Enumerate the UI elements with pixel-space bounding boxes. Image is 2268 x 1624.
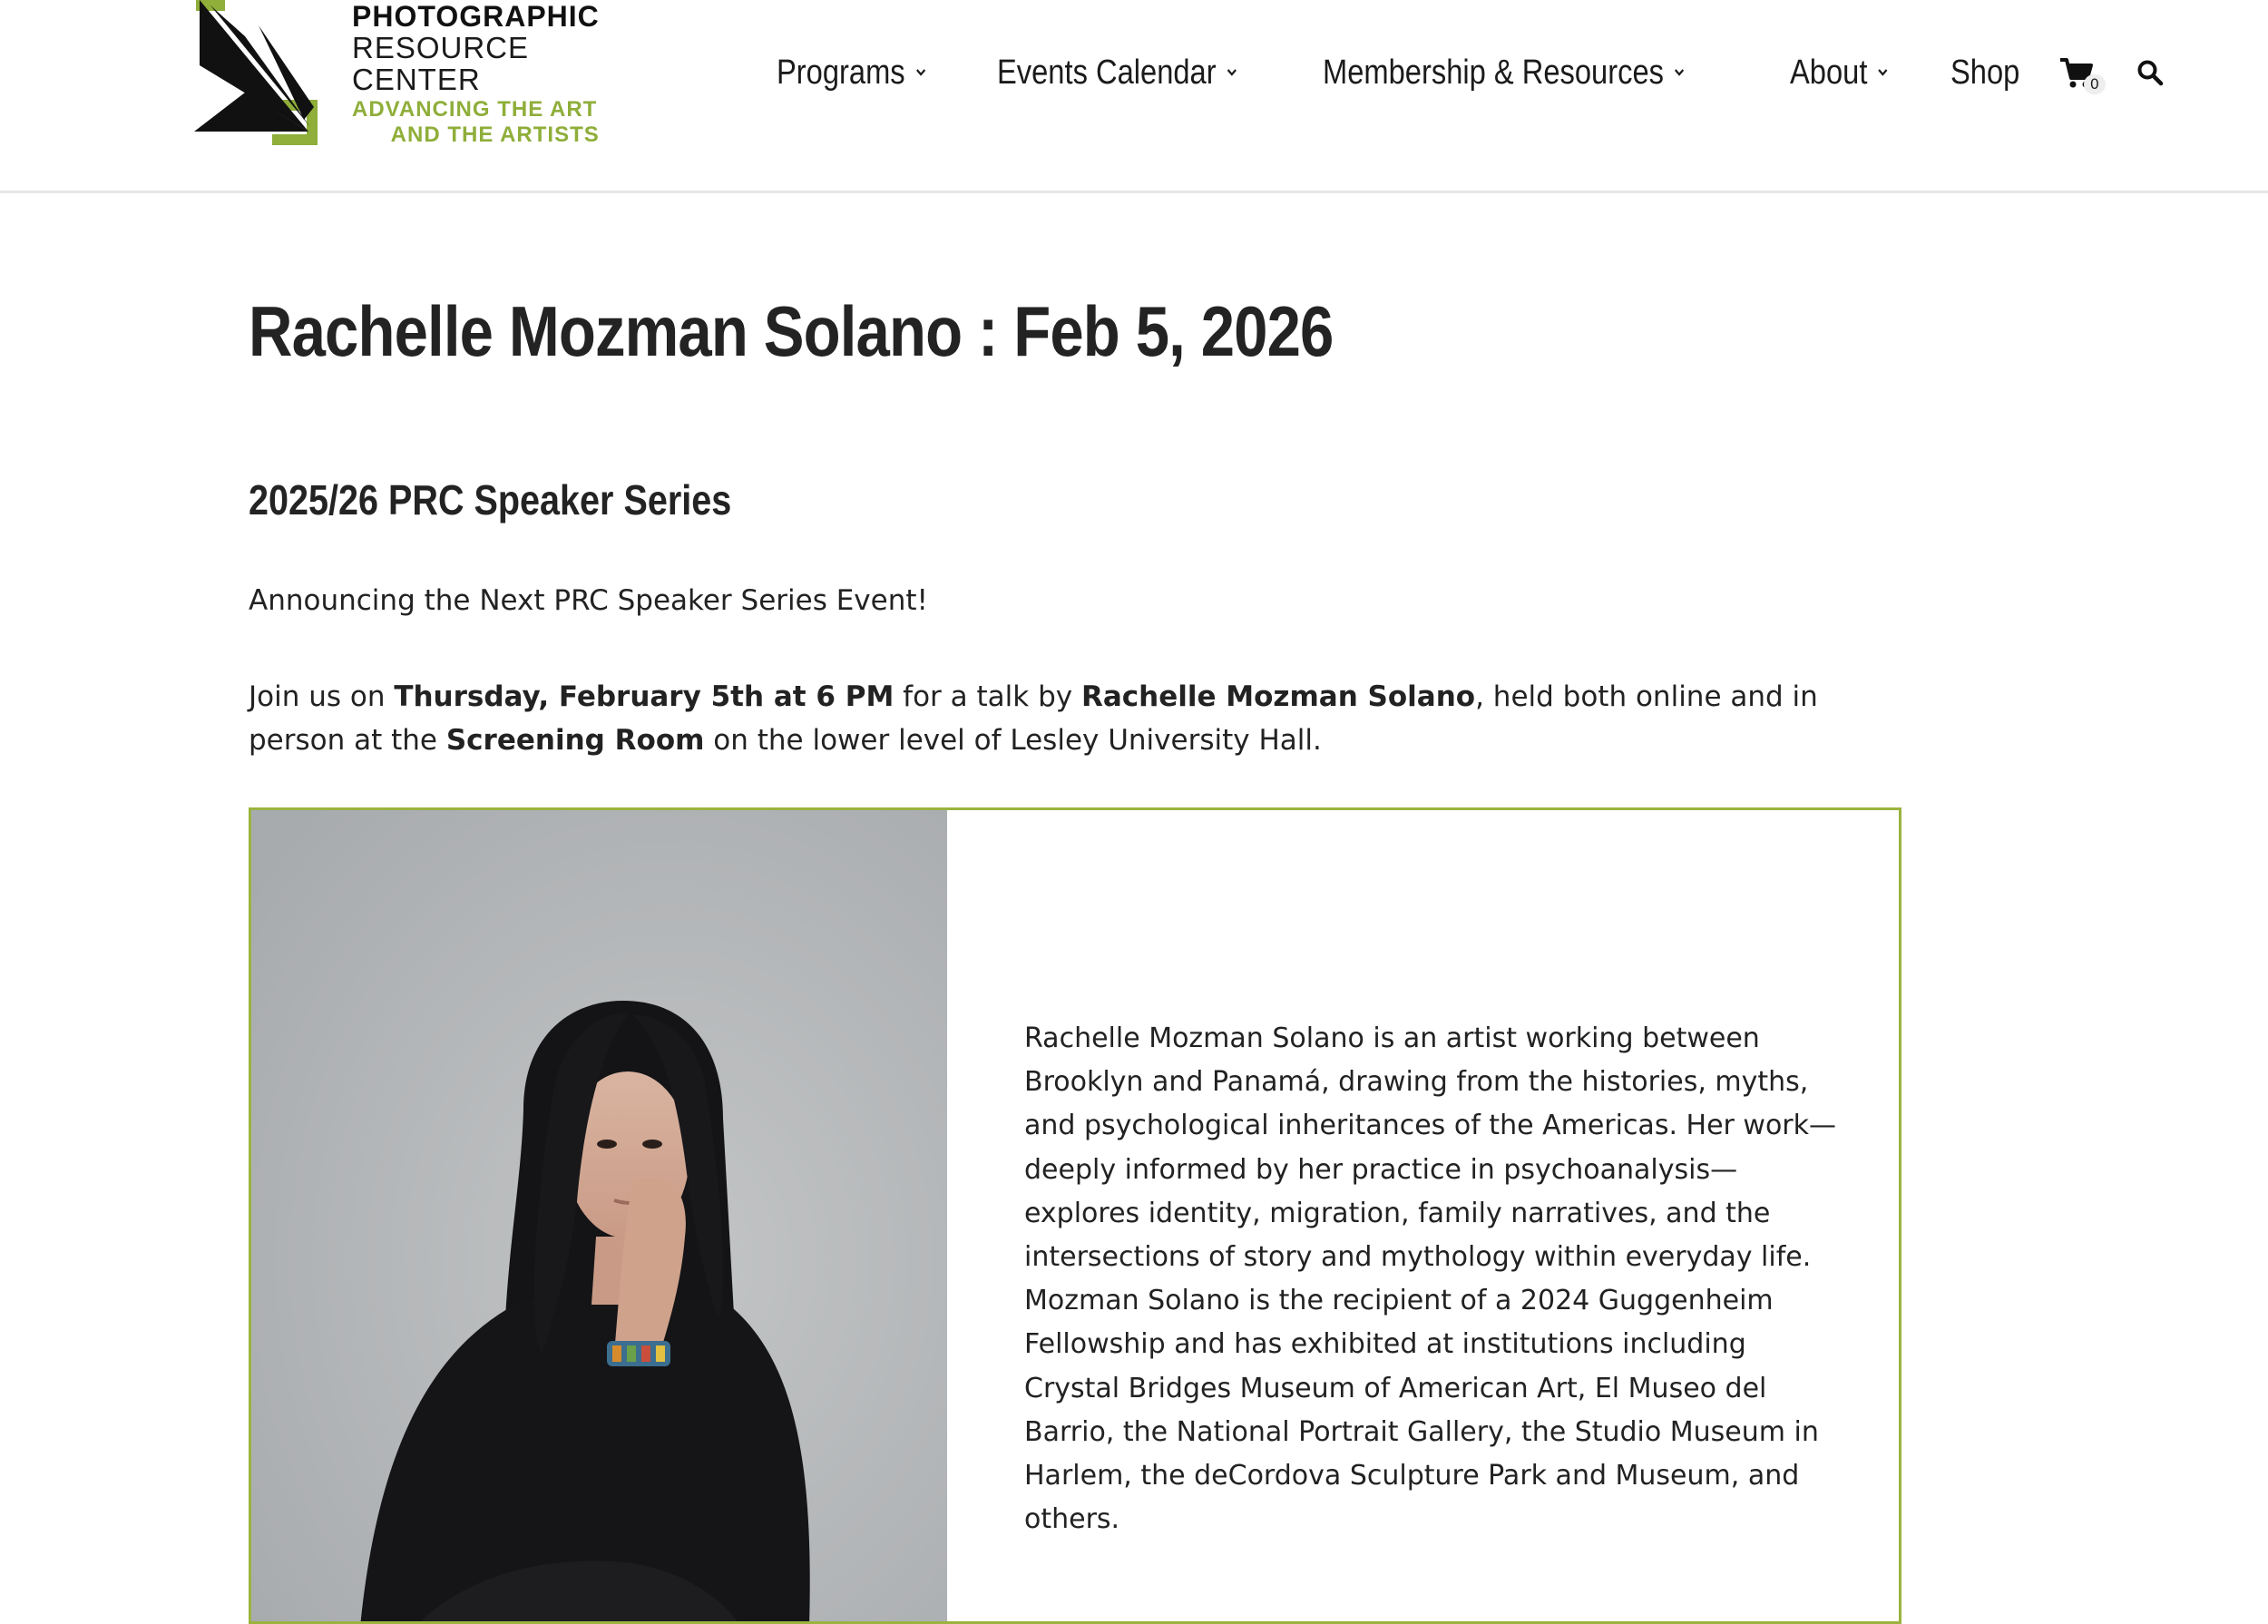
nav-about[interactable]: About <box>1790 54 1889 93</box>
cart-count-badge: 0 <box>2083 74 2106 94</box>
event-details-paragraph: Join us on Thursday, February 5th at 6 P… <box>249 675 1909 762</box>
search-icon[interactable] <box>2136 59 2164 86</box>
logo-line-2: RESOURCE <box>352 31 530 64</box>
chevron-down-icon <box>915 69 925 76</box>
event-venue: Screening Room <box>445 724 705 757</box>
nav-membership-resources-label: Membership & Resources <box>1322 53 1664 92</box>
speaker-name: Rachelle Mozman Solano <box>1080 680 1476 713</box>
event-text: for a talk by <box>894 680 1081 713</box>
page-title: Rachelle Mozman Solano : Feb 5, 2026 <box>249 291 1334 371</box>
chevron-down-icon <box>1227 69 1237 76</box>
chevron-down-icon <box>1878 69 1888 76</box>
nav-shop-label: Shop <box>1950 53 2020 92</box>
logo-tagline-1: ADVANCING THE ART <box>352 97 598 122</box>
nav-shop[interactable]: Shop <box>1950 54 2019 93</box>
event-date-time: Thursday, February 5th at 6 PM <box>394 680 894 713</box>
main-nav: Programs Events Calendar Membership & Re… <box>777 47 2164 98</box>
nav-programs[interactable]: Programs <box>777 54 927 93</box>
nav-about-label: About <box>1789 53 1868 92</box>
cart-button[interactable]: 0 <box>2058 54 2106 94</box>
logo-wordmark: PHOTOGRAPHIC RESOURCE CENTER ADVANCING T… <box>352 0 600 146</box>
event-text: on the lower level of Lesley University … <box>704 724 1322 757</box>
logo-line-3: CENTER <box>352 63 481 96</box>
speaker-card: Rachelle Mozman Solano is an artist work… <box>249 807 1901 1624</box>
nav-programs-label: Programs <box>777 53 905 92</box>
site-header: PHOTOGRAPHIC RESOURCE CENTER ADVANCING T… <box>0 0 2268 193</box>
site-logo[interactable]: PHOTOGRAPHIC RESOURCE CENTER ADVANCING T… <box>145 0 599 159</box>
logo-mark-icon <box>185 0 318 145</box>
chevron-down-icon <box>1674 69 1684 76</box>
speaker-portrait-image <box>251 810 947 1621</box>
nav-events-calendar[interactable]: Events Calendar <box>997 54 1238 93</box>
logo-line-1: PHOTOGRAPHIC <box>352 0 600 33</box>
nav-events-calendar-label: Events Calendar <box>996 53 1217 92</box>
speaker-bio: Rachelle Mozman Solano is an artist work… <box>1024 1022 1837 1536</box>
event-text: Join us on <box>249 680 395 713</box>
section-subtitle: 2025/26 PRC Speaker Series <box>249 476 732 523</box>
announcement-text: Announcing the Next PRC Speaker Series E… <box>249 584 928 617</box>
logo-tagline-2: AND THE ARTISTS <box>390 122 600 147</box>
nav-membership-resources[interactable]: Membership & Resources <box>1323 54 1686 93</box>
